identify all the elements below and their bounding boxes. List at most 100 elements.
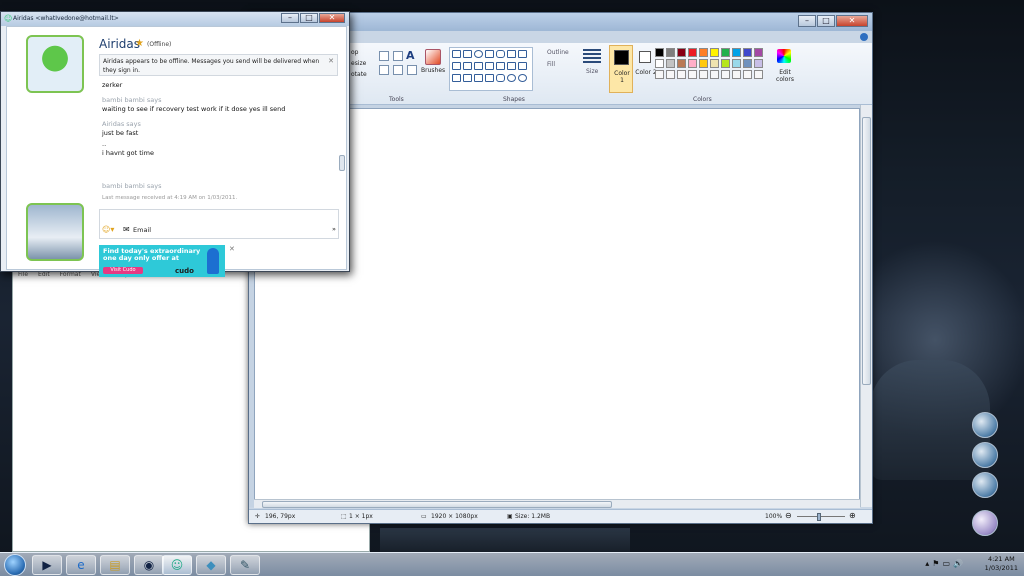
eraser-icon[interactable]: [379, 65, 389, 75]
brushes-label[interactable]: Brushes: [421, 67, 445, 74]
palette-swatch[interactable]: [677, 59, 686, 68]
hexagon-shape-icon[interactable]: [485, 62, 494, 70]
palette-empty-swatch[interactable]: [754, 70, 763, 79]
arrow-right-shape-icon[interactable]: [496, 62, 505, 70]
zoom-slider[interactable]: [797, 516, 845, 517]
palette-swatch[interactable]: [688, 59, 697, 68]
advertisement[interactable]: Find today's extraordinary one day only …: [99, 245, 225, 277]
close-button[interactable]: ✕: [836, 15, 868, 27]
messenger-titlebar[interactable]: ☺ Airidas <whatIvedone@hotmail.lt> – □ ✕: [1, 12, 349, 26]
explorer-taskbar-icon[interactable]: ▤: [100, 555, 130, 575]
line-shape-icon[interactable]: [452, 50, 461, 58]
color1-button[interactable]: Color 1: [609, 45, 633, 93]
right-triangle-shape-icon[interactable]: [452, 62, 461, 70]
palette-empty-swatch[interactable]: [721, 70, 730, 79]
palette-empty-swatch[interactable]: [666, 70, 675, 79]
star6-shape-icon[interactable]: [485, 74, 494, 82]
palette-swatch[interactable]: [710, 48, 719, 57]
size-icon[interactable]: [583, 49, 601, 65]
zoom-in-button[interactable]: ⊕: [849, 511, 856, 520]
palette-empty-swatch[interactable]: [743, 70, 752, 79]
palette-swatch[interactable]: [666, 48, 675, 57]
messenger-taskbar-icon[interactable]: ☺: [162, 555, 192, 575]
horizontal-scrollbar[interactable]: [254, 499, 860, 508]
ad-close-icon[interactable]: ✕: [229, 245, 235, 253]
minimize-button[interactable]: –: [798, 15, 816, 27]
diamond-shape-icon[interactable]: [463, 62, 472, 70]
palette-empty-swatch[interactable]: [732, 70, 741, 79]
palette-empty-swatch[interactable]: [677, 70, 686, 79]
email-button[interactable]: Email: [133, 226, 151, 234]
color2-button[interactable]: Color 2: [635, 45, 657, 93]
polygon-shape-icon[interactable]: [507, 50, 516, 58]
media-player-taskbar-icon[interactable]: ▶: [32, 555, 62, 575]
internet-explorer-taskbar-icon[interactable]: e: [66, 555, 96, 575]
email-icon[interactable]: ✉: [123, 225, 130, 234]
arrow-down-shape-icon[interactable]: [452, 74, 461, 82]
paint-taskbar-icon[interactable]: ✎: [230, 555, 260, 575]
fill-dropdown[interactable]: Fill: [547, 61, 555, 68]
steam-taskbar-icon[interactable]: ◉: [134, 555, 164, 575]
palette-swatch[interactable]: [699, 59, 708, 68]
messenger-window[interactable]: ☺ Airidas <whatIvedone@hotmail.lt> – □ ✕…: [0, 11, 350, 277]
palette-swatch[interactable]: [666, 59, 675, 68]
vertical-scrollbar[interactable]: [860, 105, 872, 507]
palette-swatch[interactable]: [710, 59, 719, 68]
gadget-button[interactable]: [972, 442, 998, 468]
edit-colors-label[interactable]: Edit colors: [773, 69, 797, 83]
star4-shape-icon[interactable]: [463, 74, 472, 82]
fill-bucket-icon[interactable]: [393, 51, 403, 61]
palette-empty-swatch[interactable]: [688, 70, 697, 79]
text-tool-icon[interactable]: A: [406, 49, 415, 62]
rounded-rectangle-shape-icon[interactable]: [496, 50, 505, 58]
maximize-button[interactable]: □: [817, 15, 835, 27]
rectangle-shape-icon[interactable]: [485, 50, 494, 58]
arrow-left-shape-icon[interactable]: [507, 62, 516, 70]
triangle-shape-icon[interactable]: [518, 50, 527, 58]
menu-edit[interactable]: Edit: [38, 271, 50, 281]
app-taskbar-icon[interactable]: ◆: [196, 555, 226, 575]
palette-swatch[interactable]: [743, 59, 752, 68]
palette-empty-swatch[interactable]: [699, 70, 708, 79]
palette-swatch[interactable]: [655, 48, 664, 57]
pentagon-shape-icon[interactable]: [474, 62, 483, 70]
my-avatar[interactable]: [26, 203, 84, 261]
palette-swatch[interactable]: [721, 59, 730, 68]
ad-visit-button[interactable]: Visit Cudo: [103, 267, 143, 274]
ribbon-rotate-label[interactable]: otate: [351, 71, 367, 78]
pencil-icon[interactable]: [379, 51, 389, 61]
brushes-icon[interactable]: [425, 49, 441, 65]
callout-rect-shape-icon[interactable]: [496, 74, 505, 82]
oval-shape-icon[interactable]: [474, 50, 483, 58]
close-icon[interactable]: ✕: [328, 57, 334, 66]
palette-swatch[interactable]: [754, 48, 763, 57]
color-picker-icon[interactable]: [393, 65, 403, 75]
palette-swatch[interactable]: [754, 59, 763, 68]
vertical-scroll-thumb[interactable]: [862, 117, 871, 385]
ribbon-resize-label[interactable]: esize: [351, 60, 366, 67]
menu-format[interactable]: Format: [60, 271, 81, 281]
arrow-up-shape-icon[interactable]: [518, 62, 527, 70]
palette-swatch[interactable]: [688, 48, 697, 57]
size-label[interactable]: Size: [586, 68, 598, 75]
edit-colors-icon[interactable]: [777, 49, 791, 63]
callout-cloud-shape-icon[interactable]: [518, 74, 527, 82]
palette-empty-swatch[interactable]: [655, 70, 664, 79]
outline-dropdown[interactable]: Outline: [547, 49, 569, 56]
start-button[interactable]: [4, 554, 26, 576]
palette-swatch[interactable]: [655, 59, 664, 68]
palette-swatch[interactable]: [732, 59, 741, 68]
palette-swatch[interactable]: [677, 48, 686, 57]
magnifier-icon[interactable]: [407, 65, 417, 75]
palette-swatch[interactable]: [743, 48, 752, 57]
callout-oval-shape-icon[interactable]: [507, 74, 516, 82]
palette-swatch[interactable]: [699, 48, 708, 57]
ribbon-crop-label[interactable]: op: [351, 49, 358, 56]
star5-shape-icon[interactable]: [474, 74, 483, 82]
minimize-button[interactable]: –: [281, 13, 299, 23]
emoticon-icon[interactable]: ☺▾: [102, 225, 114, 234]
palette-empty-swatch[interactable]: [710, 70, 719, 79]
shapes-gallery[interactable]: [449, 47, 533, 91]
conversation-scroll-thumb[interactable]: [339, 155, 345, 171]
gadget-button[interactable]: [972, 412, 998, 438]
